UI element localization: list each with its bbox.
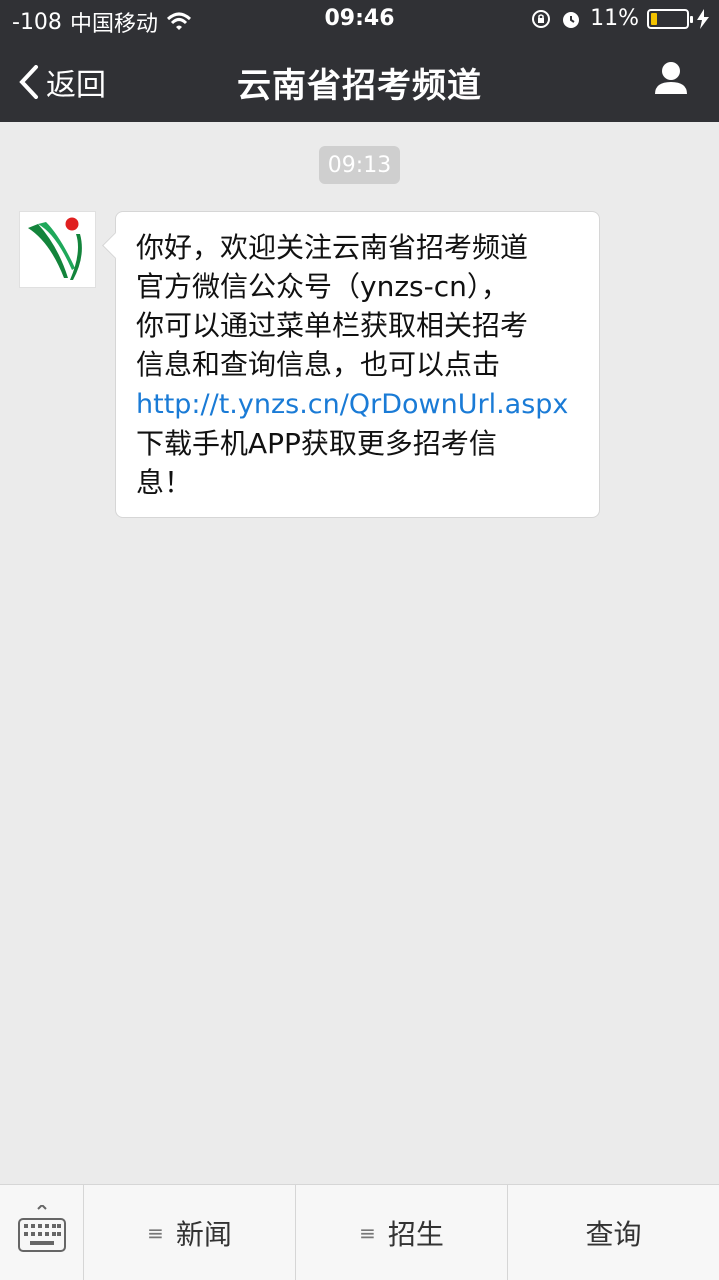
message-timestamp: 09:13 bbox=[319, 146, 400, 184]
battery-percent: 11% bbox=[590, 6, 639, 31]
alarm-icon bbox=[563, 11, 580, 28]
message-line: 信息和查询信息，也可以点击 bbox=[136, 348, 501, 381]
message-line: 下载手机APP获取更多招考信 bbox=[136, 427, 497, 460]
message-line: 息！ bbox=[136, 466, 193, 499]
download-link[interactable]: http://t.ynzs.cn/QrDownUrl.aspx bbox=[136, 385, 568, 424]
keyboard-toggle-button[interactable] bbox=[0, 1185, 84, 1280]
menu-query[interactable]: 查询 bbox=[508, 1185, 719, 1280]
status-bar: -108 中国移动 09:46 11% bbox=[0, 0, 719, 40]
battery-icon bbox=[647, 8, 693, 29]
menu-label: 招生 bbox=[387, 1217, 444, 1251]
menu-news[interactable]: ≡ 新闻 bbox=[84, 1185, 296, 1280]
keyboard-icon bbox=[18, 1205, 66, 1252]
account-avatar[interactable] bbox=[19, 211, 96, 288]
nav-bar: 返回 云南省招考频道 bbox=[0, 40, 719, 122]
profile-icon[interactable] bbox=[653, 60, 689, 96]
menu-label: 新闻 bbox=[175, 1217, 232, 1251]
page-title: 云南省招考频道 bbox=[237, 66, 482, 106]
charging-icon bbox=[697, 8, 709, 29]
rotation-lock-icon bbox=[532, 9, 551, 28]
menu-label: 查询 bbox=[585, 1217, 642, 1251]
message-line: 你好，欢迎关注云南省招考频道 bbox=[136, 231, 529, 264]
message-line: 官方微信公众号（ynzs-cn）， bbox=[136, 270, 509, 303]
menu-admission[interactable]: ≡ 招生 bbox=[296, 1185, 508, 1280]
logo-icon bbox=[28, 217, 82, 280]
menu-list-icon: ≡ bbox=[147, 1220, 164, 1245]
top-bar: -108 中国移动 09:46 11% 返回 云南省招考频道 bbox=[0, 0, 719, 122]
message-line: 你可以通过菜单栏获取相关招考 bbox=[136, 309, 529, 342]
chat-area[interactable]: 09:13 你好，欢迎关注云南省招考频道 官方微信公众号（ynzs-cn）， 你… bbox=[0, 122, 719, 1184]
menu-list-icon: ≡ bbox=[359, 1220, 376, 1245]
message-bubble: 你好，欢迎关注云南省招考频道 官方微信公众号（ynzs-cn）， 你可以通过菜单… bbox=[115, 211, 600, 518]
bottom-menu-bar: ≡ 新闻 ≡ 招生 查询 bbox=[0, 1184, 719, 1280]
status-right: 11% bbox=[530, 6, 709, 31]
